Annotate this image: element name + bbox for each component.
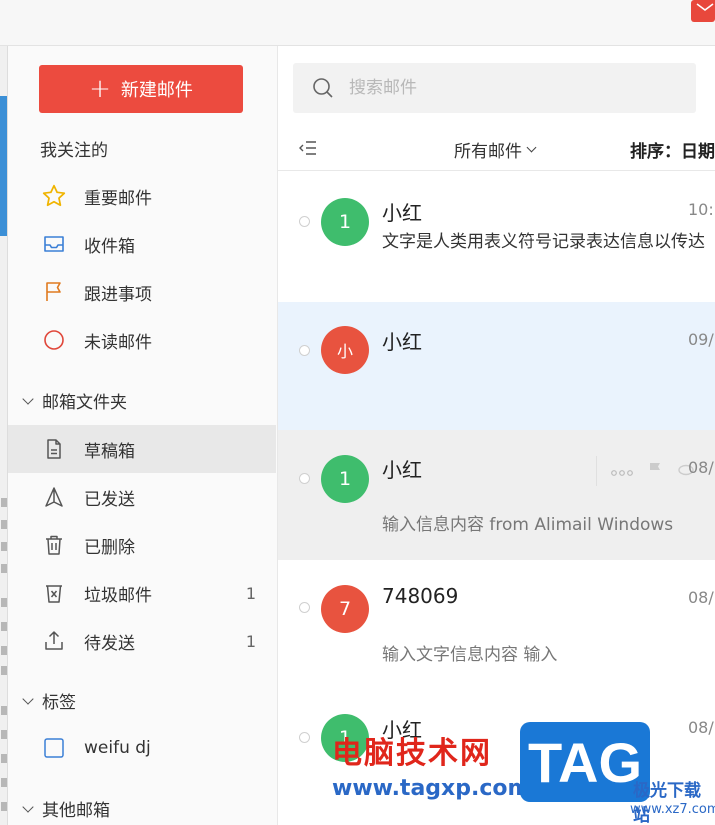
sidebar-item-outbox[interactable]: 待发送 1 [8, 617, 276, 665]
mail-preview: 输入文字信息内容 输入 [382, 645, 558, 665]
select-radio[interactable] [299, 732, 310, 743]
mail-sender: 小红 [382, 330, 422, 354]
sidebar-item-label: weifu dj [84, 738, 151, 758]
sidebar-item-deleted[interactable]: 已删除 [8, 521, 276, 569]
other-mailbox-toggle[interactable]: 其他邮箱 [22, 796, 110, 821]
watermark-title: 电脑技术网 [332, 736, 492, 771]
sidebar-item-label: 未读邮件 [84, 332, 152, 353]
inbox-icon [40, 230, 68, 258]
spam-count: 1 [245, 583, 256, 603]
chevron-down-icon [22, 692, 34, 705]
folders-section-toggle[interactable]: 邮箱文件夹 [22, 388, 127, 413]
watermark: 电脑技术网 www.tagxp.com TAG 极光下载站 www.xz7.co… [330, 720, 715, 825]
watermark-side-url: www.xz7.com [630, 802, 715, 817]
mail-app-button[interactable] [691, 0, 715, 22]
mail-row[interactable]: 小 小红 09/ [278, 302, 715, 430]
collapse-sidebar-icon[interactable] [298, 138, 318, 162]
mail-subject: 文字是人类用表义符号记录表达信息以传达 [382, 232, 705, 252]
avatar: 1 [321, 198, 369, 246]
tags-title: 标签 [42, 693, 76, 713]
select-radio[interactable] [299, 345, 310, 356]
envelope-icon [696, 3, 714, 11]
mail-row[interactable]: 1 小红 08/ 输入信息内容 from Alimail Windows [278, 430, 715, 560]
sidebar-item-label: 已发送 [84, 489, 135, 510]
new-mail-label: 新建邮件 [120, 80, 193, 101]
title-bar [0, 0, 715, 46]
chevron-down-icon [526, 142, 537, 153]
search-input[interactable] [349, 78, 649, 98]
watermark-url: www.tagxp.com [332, 776, 531, 801]
row-actions [596, 456, 695, 486]
sidebar-item-important[interactable]: 重要邮件 [8, 172, 276, 220]
sidebar-item-spam[interactable]: 垃圾邮件 1 [8, 569, 276, 617]
mail-time: 09/ [688, 330, 714, 349]
sidebar-item-label: 垃圾邮件 [84, 585, 152, 606]
tag-checkbox-icon [40, 734, 68, 762]
mail-list-panel: 所有邮件 排序：日期 1 小红 10: 文字是人类用表义符号记录表达信息以传达 … [278, 46, 715, 825]
flag-icon [40, 278, 68, 306]
sidebar-item-drafts[interactable]: 草稿箱 [8, 425, 276, 473]
flag-icon[interactable] [647, 461, 663, 481]
mail-time: 08/ [688, 458, 714, 477]
star-icon [40, 182, 68, 210]
plus-icon: + [89, 74, 111, 104]
avatar: 小 [321, 326, 369, 374]
background-window-edge [0, 46, 8, 825]
filter-label: 所有邮件 [454, 142, 522, 162]
more-icon[interactable] [611, 462, 633, 481]
list-toolbar: 所有邮件 排序：日期 [278, 126, 715, 171]
mail-preview: 输入信息内容 from Alimail Windows [382, 515, 674, 535]
sidebar-item-label: 草稿箱 [84, 441, 135, 462]
avatar: 7 [321, 585, 369, 633]
sent-icon [40, 483, 68, 511]
tags-section-toggle[interactable]: 标签 [22, 688, 76, 713]
sidebar-item-label: 收件箱 [84, 236, 135, 257]
draft-icon [40, 435, 68, 463]
other-mailbox-title: 其他邮箱 [42, 801, 110, 821]
select-radio[interactable] [299, 216, 310, 227]
search-box[interactable] [293, 63, 696, 113]
sort-dropdown[interactable]: 排序：日期 [630, 137, 715, 162]
avatar: 1 [321, 455, 369, 503]
chevron-down-icon [22, 800, 34, 813]
sidebar-item-label: 重要邮件 [84, 188, 152, 209]
sidebar-item-label: 待发送 [84, 633, 135, 654]
spam-icon [40, 579, 68, 607]
sidebar-item-unread[interactable]: 未读邮件 [8, 316, 276, 364]
mail-sender: 小红 [382, 458, 422, 482]
mail-time: 10: [688, 200, 714, 219]
sidebar-item-label: 已删除 [84, 537, 135, 558]
watermark-badge: TAG [520, 722, 650, 802]
sidebar-item-sent[interactable]: 已发送 [8, 473, 276, 521]
outbox-count: 1 [245, 631, 256, 651]
search-icon [311, 76, 335, 100]
select-radio[interactable] [299, 473, 310, 484]
mail-time: 08/ [688, 588, 714, 607]
sidebar-item-inbox[interactable]: 收件箱 [8, 220, 276, 268]
trash-icon [40, 531, 68, 559]
sidebar-item-tag-weifu[interactable]: weifu dj [8, 724, 276, 772]
unread-circle-icon [40, 326, 68, 354]
new-mail-button[interactable]: + 新建邮件 [39, 65, 243, 113]
favorites-title: 我关注的 [40, 141, 108, 161]
mail-sender: 小红 [382, 201, 422, 225]
watermark-side-text: 极光下载站 [633, 781, 701, 825]
sidebar-item-label: 跟进事项 [84, 284, 152, 305]
chevron-down-icon [22, 392, 34, 405]
outbox-icon [40, 627, 68, 655]
mail-sender: 748069 [382, 584, 459, 608]
sidebar: + 新建邮件 我关注的 重要邮件 收件箱 跟进事项 未读邮件 邮箱文件夹 草稿箱 [8, 46, 278, 825]
mail-row[interactable]: 7 748069 08/ 输入文字信息内容 输入 [278, 560, 715, 690]
select-radio[interactable] [299, 602, 310, 613]
mail-row[interactable]: 1 小红 10: 文字是人类用表义符号记录表达信息以传达 [278, 172, 715, 302]
folders-title: 邮箱文件夹 [42, 393, 127, 413]
sidebar-item-followup[interactable]: 跟进事项 [8, 268, 276, 316]
mail-filter-dropdown[interactable]: 所有邮件 [454, 137, 537, 162]
